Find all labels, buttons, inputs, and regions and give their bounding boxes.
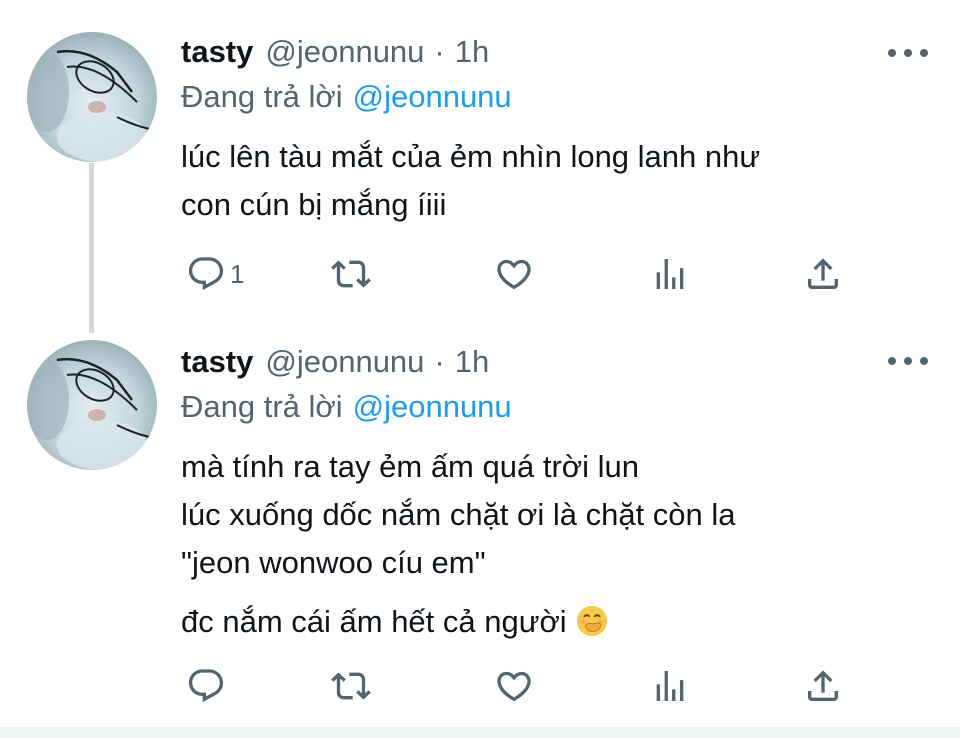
replying-to: Đang trả lời @jeonnunu <box>181 387 512 427</box>
reply-mention-link[interactable]: @jeonnunu <box>353 79 512 115</box>
retweet-icon <box>331 672 371 700</box>
share-button[interactable] <box>803 252 843 296</box>
tweet-header: tasty @jeonnunu · 1h <box>181 342 489 382</box>
reply-icon <box>188 669 224 703</box>
more-icon[interactable] <box>888 349 928 373</box>
views-button[interactable] <box>650 664 690 708</box>
reply-button[interactable] <box>186 664 226 708</box>
timestamp[interactable]: 1h <box>455 344 489 380</box>
replying-to: Đang trả lời @jeonnunu <box>181 77 512 117</box>
like-icon <box>497 259 531 290</box>
like-button[interactable] <box>494 252 534 296</box>
share-icon <box>808 670 838 701</box>
handle[interactable]: @jeonnunu <box>265 344 424 380</box>
tweet[interactable]: tasty @jeonnunu · 1h Đang trả lời @jeonn… <box>0 0 960 330</box>
tweet-text-line: "jeon wonwoo cíu em" <box>181 545 486 580</box>
tweet-text-line: lúc lên tàu mắt của ẻm nhìn long lanh nh… <box>181 139 761 174</box>
views-button[interactable] <box>650 252 690 296</box>
share-icon <box>808 258 838 289</box>
tweet-text-line: lúc xuống dốc nắm chặt ơi là chặt còn la <box>181 497 736 532</box>
more-icon[interactable] <box>888 41 928 65</box>
tweet-text-line: mà tính ra tay ẻm ấm quá trời lun <box>181 449 639 484</box>
action-bar <box>181 664 881 708</box>
bottom-divider <box>0 727 960 738</box>
retweet-button[interactable] <box>331 252 371 296</box>
tweet[interactable]: tasty @jeonnunu · 1h Đang trả lời @jeonn… <box>0 330 960 728</box>
replying-to-label: Đang trả lời <box>181 79 343 114</box>
face-with-hand-over-mouth-emoji-icon <box>576 605 607 637</box>
reply-icon <box>188 257 224 291</box>
reply-mention-link[interactable]: @jeonnunu <box>353 389 512 425</box>
retweet-button[interactable] <box>331 664 371 708</box>
action-bar: 1 <box>181 252 881 296</box>
tweet-text-line: con cún bị mắng íiii <box>181 187 447 222</box>
tweet-text-line: đc nắm cái ấm hết cả người <box>181 598 921 646</box>
like-button[interactable] <box>494 664 534 708</box>
views-icon <box>656 671 684 701</box>
tweet-text-last: đc nắm cái ấm hết cả người <box>181 604 567 639</box>
views-icon <box>656 259 684 289</box>
separator: · <box>434 344 445 379</box>
handle[interactable]: @jeonnunu <box>265 34 424 70</box>
tweet-thread: tasty @jeonnunu · 1h Đang trả lời @jeonn… <box>0 0 960 738</box>
tweet-header: tasty @jeonnunu · 1h <box>181 32 489 72</box>
share-button[interactable] <box>803 664 843 708</box>
display-name[interactable]: tasty <box>181 34 253 70</box>
display-name[interactable]: tasty <box>181 344 253 380</box>
timestamp[interactable]: 1h <box>455 34 489 70</box>
retweet-icon <box>331 260 371 288</box>
reply-count: 1 <box>230 258 245 289</box>
tweet-text: lúc lên tàu mắt của ẻm nhìn long lanh nh… <box>181 133 921 229</box>
separator: · <box>434 34 445 69</box>
replying-to-label: Đang trả lời <box>181 389 343 424</box>
tweet-text: mà tính ra tay ẻm ấm quá trời lun lúc xu… <box>181 443 921 646</box>
like-icon <box>497 671 531 702</box>
reply-button[interactable]: 1 <box>186 252 244 296</box>
avatar[interactable] <box>27 340 157 470</box>
avatar[interactable] <box>27 32 157 162</box>
